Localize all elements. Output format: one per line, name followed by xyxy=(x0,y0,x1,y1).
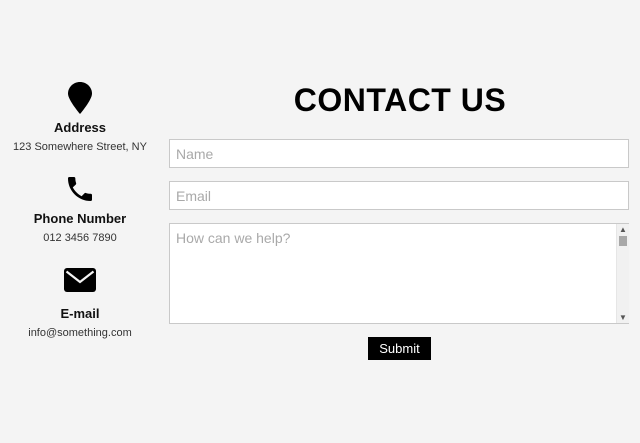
map-pin-icon xyxy=(0,82,160,116)
contact-page: Address 123 Somewhere Street, NY Phone N… xyxy=(0,0,640,443)
submit-button[interactable]: Submit xyxy=(368,337,431,360)
name-input[interactable] xyxy=(169,139,629,168)
envelope-icon xyxy=(0,268,160,302)
scroll-up-arrow-icon[interactable]: ▲ xyxy=(617,224,629,235)
page-title: CONTACT US xyxy=(293,82,507,118)
phone-block: Phone Number 012 3456 7890 xyxy=(0,173,160,245)
scroll-thumb[interactable] xyxy=(619,236,627,246)
message-textarea[interactable] xyxy=(169,223,629,324)
address-title: Address xyxy=(53,120,107,135)
email-input[interactable] xyxy=(169,181,629,210)
scroll-down-arrow-icon[interactable]: ▼ xyxy=(617,312,629,323)
email-block: E-mail info@something.com xyxy=(0,264,160,340)
email-value: info@something.com xyxy=(28,327,132,339)
phone-value: 012 3456 7890 xyxy=(43,232,117,244)
message-scrollbar[interactable]: ▲ ▼ xyxy=(616,224,629,323)
address-value: 123 Somewhere Street, NY xyxy=(13,141,147,153)
phone-icon xyxy=(0,173,160,207)
phone-title: Phone Number xyxy=(33,211,127,226)
address-block: Address 123 Somewhere Street, NY xyxy=(0,82,160,154)
email-title: E-mail xyxy=(60,306,100,321)
